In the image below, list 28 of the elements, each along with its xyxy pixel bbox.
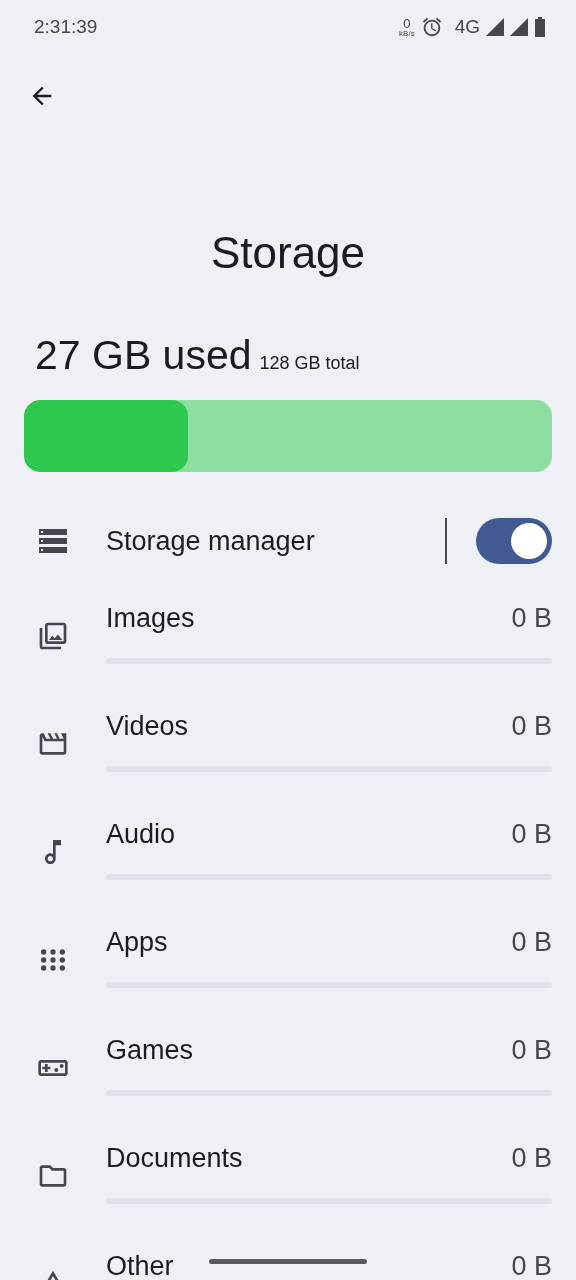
category-label: Documents: [106, 1141, 243, 1175]
category-size: 0 B: [511, 709, 552, 743]
category-size: 0 B: [511, 601, 552, 635]
category-label: Audio: [106, 817, 176, 851]
category-label: Games: [106, 1033, 194, 1067]
used-storage: 27 GB used: [35, 331, 252, 380]
signal-icon: [486, 18, 504, 36]
category-label: Apps: [106, 925, 168, 959]
category-size: 0 B: [511, 1249, 552, 1280]
category-label: Other: [106, 1249, 174, 1280]
category-size: 0 B: [511, 817, 552, 851]
category-size: 0 B: [511, 925, 552, 959]
storage-manager-label: Storage manager: [106, 524, 316, 558]
storage-manager-toggle[interactable]: [476, 518, 552, 564]
category-label: Images: [106, 601, 195, 635]
category-size: 0 B: [511, 1141, 552, 1175]
alarm-clock-icon: [420, 16, 443, 38]
battery-icon: [534, 17, 546, 37]
network-type: 4G: [454, 14, 480, 39]
total-storage: 128 GB total: [259, 352, 360, 375]
clock-time: 2:31:39: [34, 14, 98, 39]
signal-icon: [510, 18, 528, 36]
category-label: Videos: [106, 709, 189, 743]
network-speed: 0 kB/s: [399, 16, 415, 38]
page-title: Storage: [210, 227, 366, 279]
category-size: 0 B: [511, 1033, 552, 1067]
storage-list-icon: [38, 528, 68, 554]
images-icon: [37, 620, 69, 652]
